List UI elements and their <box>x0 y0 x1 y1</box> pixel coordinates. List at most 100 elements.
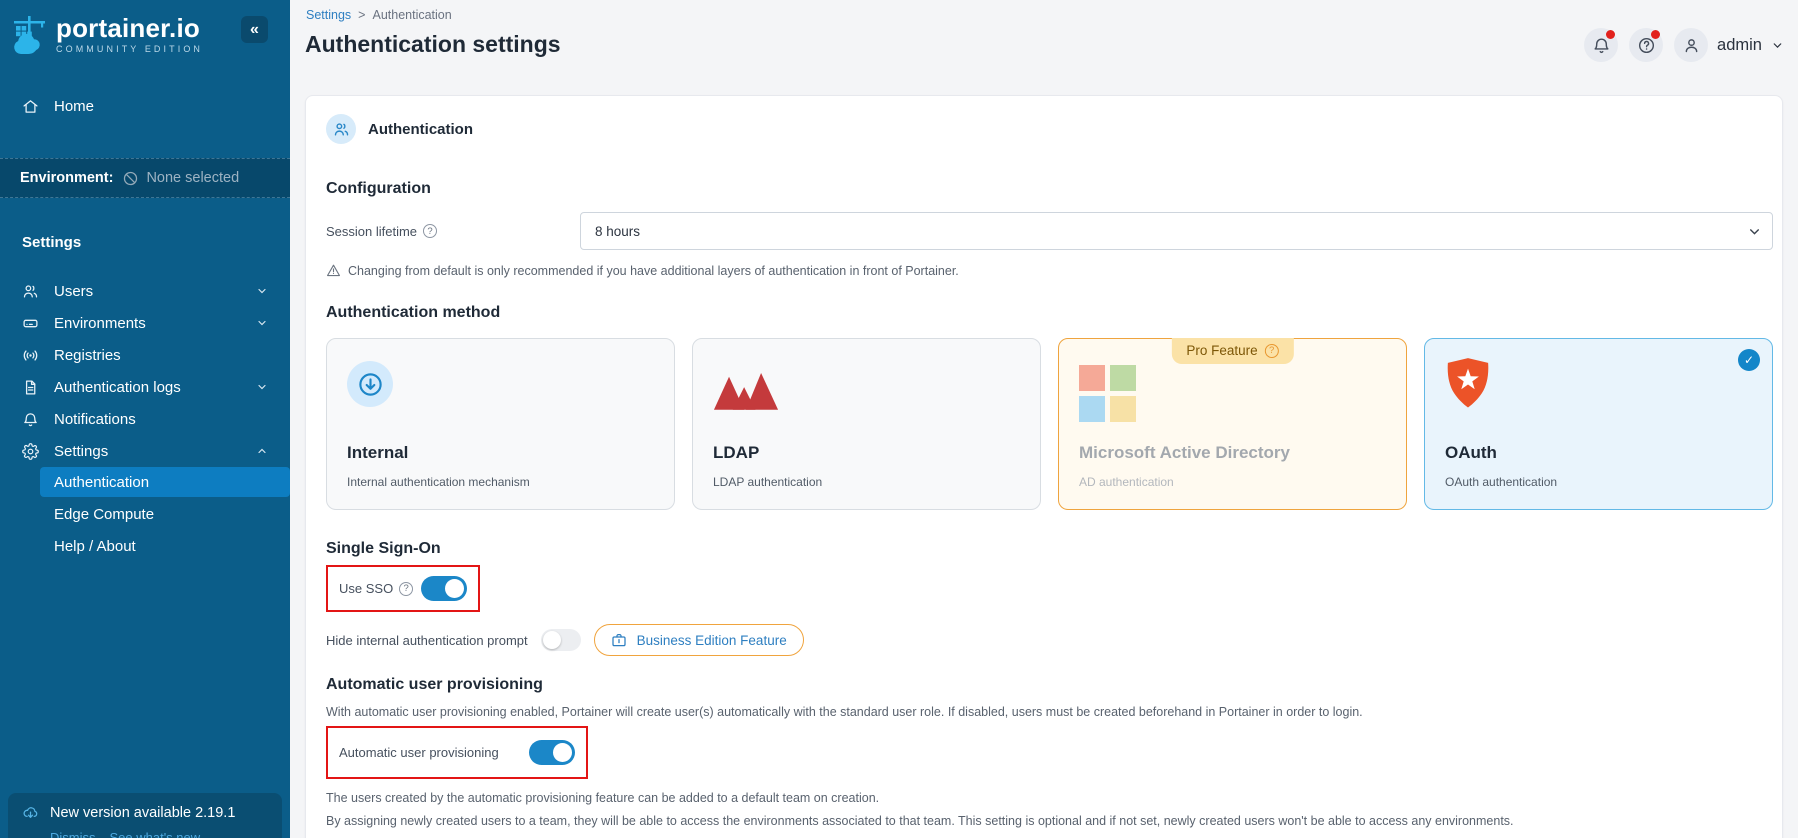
gear-icon <box>22 443 39 460</box>
whats-new-link[interactable]: See what's new <box>110 830 201 838</box>
authentication-panel: Authentication Configuration Session lif… <box>305 95 1783 838</box>
sidebar-subitem-authentication[interactable]: Authentication <box>40 467 290 497</box>
business-edition-pill[interactable]: Business Edition Feature <box>594 624 804 656</box>
provisioning-note-team: The users created by the automatic provi… <box>326 791 1773 805</box>
card-title: LDAP <box>713 443 759 463</box>
session-warning: Changing from default is only recommende… <box>326 263 1773 278</box>
help-dot <box>1651 30 1660 39</box>
hide-prompt-label: Hide internal authentication prompt <box>326 633 528 648</box>
logo-title: portainer.io <box>56 14 203 43</box>
environment-bar: Environment: None selected <box>0 158 290 198</box>
chevron-down-icon <box>1771 39 1784 52</box>
sidebar-item-registries[interactable]: Registries <box>0 339 290 371</box>
annotation-box-auto-provisioning: Automatic user provisioning <box>326 726 588 779</box>
auto-provisioning-toggle[interactable] <box>529 740 575 765</box>
sidebar-item-label: Authentication <box>54 474 149 491</box>
breadcrumb-current: Authentication <box>351 8 452 22</box>
auth-method-heading: Authentication method <box>326 304 1773 322</box>
card-title: Internal <box>347 443 408 463</box>
provisioning-note-assign: By assigning newly created users to a te… <box>326 814 1773 828</box>
card-ldap[interactable]: LDAP LDAP authentication <box>692 338 1041 510</box>
sidebar-section-settings: Settings <box>0 234 290 251</box>
session-lifetime-row: Session lifetime 8 hours <box>326 212 1773 250</box>
environment-value: None selected <box>146 170 239 186</box>
sidebar-subitem-edge-compute[interactable]: Edge Compute <box>0 499 290 529</box>
user-icon <box>1682 36 1701 55</box>
microsoft-logo-icon <box>1079 365 1136 422</box>
card-internal[interactable]: Internal Internal authentication mechani… <box>326 338 675 510</box>
sidebar-item-notifications[interactable]: Notifications <box>0 403 290 435</box>
registries-icon <box>22 347 39 364</box>
annotation-box-use-sso: Use SSO <box>326 565 480 612</box>
business-edition-label: Business Edition Feature <box>637 633 787 648</box>
hide-prompt-toggle[interactable] <box>541 629 581 651</box>
use-sso-label: Use SSO <box>339 581 393 596</box>
ban-icon <box>122 170 139 187</box>
logo-subtitle: COMMUNITY EDITION <box>56 44 203 54</box>
chevron-down-icon <box>1748 225 1761 238</box>
version-message: New version available 2.19.1 <box>50 805 235 821</box>
sidebar: portainer.io COMMUNITY EDITION « Home En… <box>0 0 290 838</box>
session-lifetime-label: Session lifetime <box>326 224 417 239</box>
pro-feature-label: Pro Feature <box>1186 343 1257 358</box>
file-text-icon <box>22 379 39 396</box>
card-subtitle: AD authentication <box>1079 475 1174 489</box>
sidebar-item-label: Home <box>54 98 94 115</box>
dismiss-link[interactable]: Dismiss <box>50 830 96 838</box>
sidebar-item-home[interactable]: Home <box>0 90 290 122</box>
bell-icon <box>22 411 39 428</box>
logo: portainer.io COMMUNITY EDITION « <box>0 0 290 62</box>
hide-prompt-row: Hide internal authentication prompt Busi… <box>326 624 1773 656</box>
sidebar-subitem-help-about[interactable]: Help / About <box>0 531 290 561</box>
provisioning-heading: Automatic user provisioning <box>326 676 1773 694</box>
users-icon <box>22 283 39 300</box>
sidebar-item-settings[interactable]: Settings <box>0 435 290 467</box>
notifications-button[interactable] <box>1584 28 1618 62</box>
chevron-down-icon <box>256 317 268 329</box>
card-subtitle: LDAP authentication <box>713 475 822 489</box>
sidebar-item-users[interactable]: Users <box>0 275 290 307</box>
version-banner: New version available 2.19.1 Dismiss See… <box>8 793 282 838</box>
briefcase-icon <box>611 632 627 648</box>
user-avatar <box>1674 28 1708 62</box>
users-icon <box>326 114 356 144</box>
sidebar-item-label: Registries <box>54 347 121 364</box>
user-menu[interactable]: admin <box>1674 28 1784 62</box>
environment-label: Environment: <box>20 170 113 186</box>
card-subtitle: OAuth authentication <box>1445 475 1557 489</box>
breadcrumb: SettingsAuthentication <box>306 8 452 22</box>
sidebar-item-label: Help / About <box>54 538 136 555</box>
use-sso-toggle[interactable] <box>421 576 467 601</box>
help-tooltip-icon[interactable] <box>1265 344 1279 358</box>
help-tooltip-icon[interactable] <box>423 224 437 238</box>
ldap-logo-icon <box>713 367 779 411</box>
sso-heading: Single Sign-On <box>326 540 1773 558</box>
oauth-shield-icon <box>1445 357 1491 409</box>
header-actions: admin <box>1584 28 1784 62</box>
home-icon <box>22 98 39 115</box>
session-lifetime-select[interactable]: 8 hours <box>580 212 1773 250</box>
portainer-logo-icon <box>10 14 50 56</box>
card-oauth[interactable]: OAuth OAuth authentication <box>1424 338 1773 510</box>
warning-triangle-icon <box>326 263 341 278</box>
sidebar-item-label: Users <box>54 283 93 300</box>
help-tooltip-icon[interactable] <box>399 582 413 596</box>
sidebar-item-authentication-logs[interactable]: Authentication logs <box>0 371 290 403</box>
auto-provisioning-label: Automatic user provisioning <box>339 745 499 760</box>
widget-title: Authentication <box>368 121 473 138</box>
internal-auth-icon <box>347 361 393 407</box>
breadcrumb-settings-link[interactable]: Settings <box>306 8 351 22</box>
card-title: Microsoft Active Directory <box>1079 443 1290 463</box>
chevron-down-icon <box>256 381 268 393</box>
main-area: SettingsAuthentication Authentication se… <box>290 0 1798 838</box>
notification-dot <box>1606 30 1615 39</box>
sidebar-collapse-button[interactable]: « <box>241 16 268 43</box>
configuration-heading: Configuration <box>326 180 1773 198</box>
sidebar-item-environments[interactable]: Environments <box>0 307 290 339</box>
help-button[interactable] <box>1629 28 1663 62</box>
cloud-download-icon <box>22 804 39 821</box>
username: admin <box>1717 36 1762 55</box>
card-microsoft-ad[interactable]: Pro Feature Microsoft Active Directory A… <box>1058 338 1407 510</box>
environments-icon <box>22 315 39 332</box>
auth-method-cards: Internal Internal authentication mechani… <box>326 338 1773 510</box>
